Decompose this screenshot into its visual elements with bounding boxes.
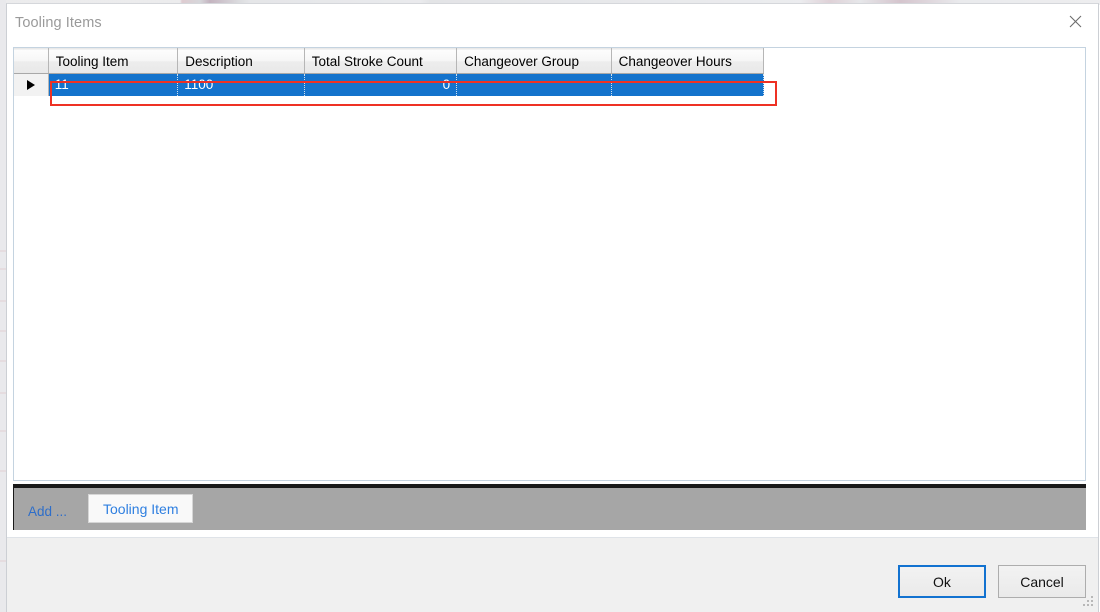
dialog-title: Tooling Items bbox=[15, 15, 102, 31]
close-icon[interactable] bbox=[1052, 4, 1098, 39]
grid-scroll-area[interactable]: Tooling Item Description Total Stroke Co… bbox=[14, 48, 1085, 480]
cell-changeover-hours[interactable] bbox=[611, 73, 765, 96]
dialog-titlebar: Tooling Items bbox=[7, 4, 1098, 41]
add-toolbar: Add ... Tooling Item bbox=[13, 484, 1086, 530]
dialog-footer: Ok Cancel bbox=[7, 537, 1098, 612]
cell-tooling-item[interactable]: 11 bbox=[48, 73, 179, 96]
column-header-changeover-hours[interactable]: Changeover Hours bbox=[611, 48, 765, 74]
column-header-description[interactable]: Description bbox=[177, 48, 305, 74]
row-selector-header bbox=[14, 48, 49, 74]
add-label: Add ... bbox=[28, 504, 68, 519]
ok-button[interactable]: Ok bbox=[898, 565, 986, 598]
add-tooling-item-button[interactable]: Tooling Item bbox=[88, 494, 194, 523]
cancel-button[interactable]: Cancel bbox=[998, 565, 1086, 598]
tooling-items-grid-panel: Tooling Item Description Total Stroke Co… bbox=[13, 47, 1086, 481]
tooling-items-dialog: Tooling Items Tooling Item Description T… bbox=[6, 3, 1099, 612]
resize-grip-icon[interactable] bbox=[1082, 596, 1095, 609]
dialog-body: Tooling Item Description Total Stroke Co… bbox=[7, 40, 1098, 612]
column-header-changeover-group[interactable]: Changeover Group bbox=[456, 48, 612, 74]
tooling-items-table: Tooling Item Description Total Stroke Co… bbox=[14, 48, 765, 96]
cell-changeover-group[interactable] bbox=[456, 73, 612, 96]
cell-total-stroke-count[interactable]: 0 bbox=[304, 73, 458, 96]
table-row[interactable]: 11 1100 0 bbox=[14, 73, 765, 96]
play-triangle-icon bbox=[26, 80, 35, 91]
column-header-total-stroke-count[interactable]: Total Stroke Count bbox=[304, 48, 458, 74]
table-header-row: Tooling Item Description Total Stroke Co… bbox=[14, 48, 765, 74]
column-header-tooling-item[interactable]: Tooling Item bbox=[48, 48, 179, 74]
row-indicator-cell[interactable] bbox=[14, 73, 49, 96]
cell-description[interactable]: 1100 bbox=[177, 73, 305, 96]
